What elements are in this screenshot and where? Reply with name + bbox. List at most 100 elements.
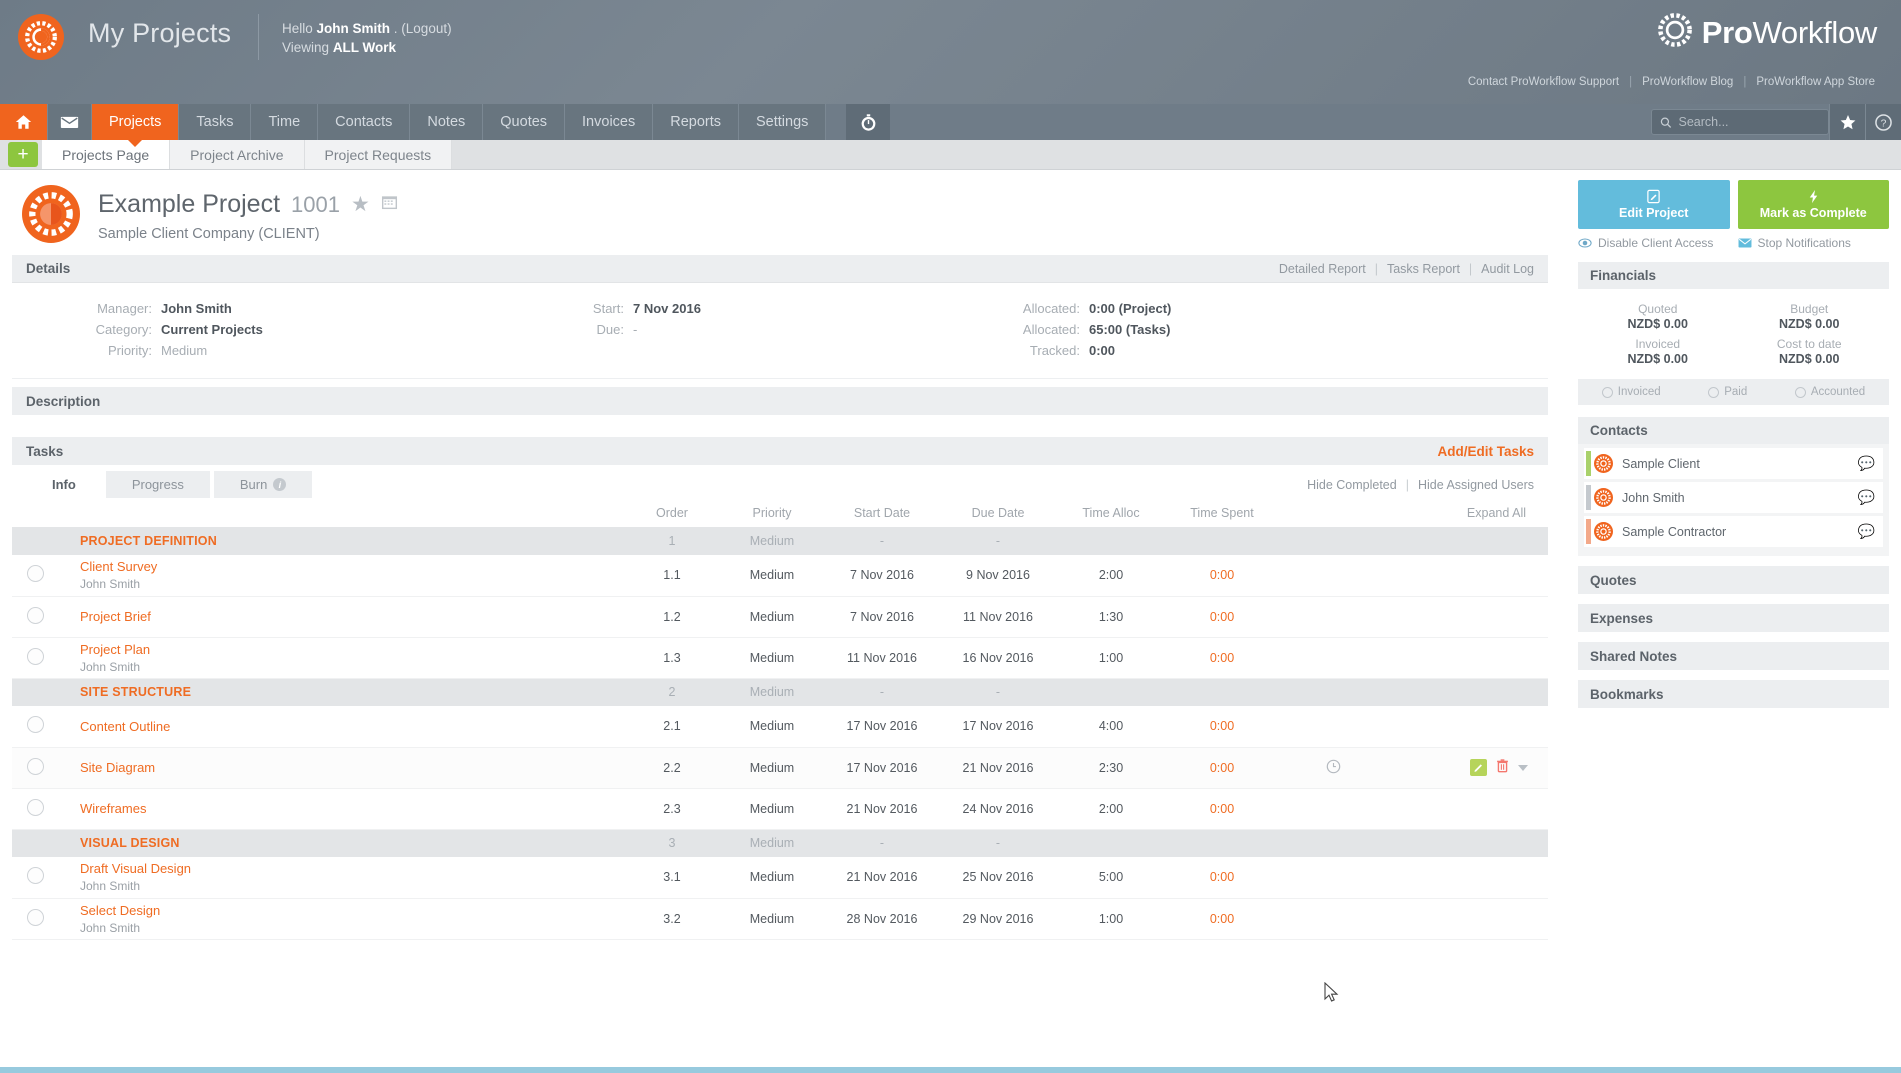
task-link[interactable]: Select Design: [80, 903, 624, 918]
task-group-row[interactable]: VISUAL DESIGN 3 Medium - -: [12, 829, 1548, 857]
subnav-tab-project-archive[interactable]: Project Archive: [170, 140, 305, 169]
col-time-alloc[interactable]: Time Alloc: [1056, 498, 1166, 527]
chevron-down-icon[interactable]: [1518, 764, 1528, 771]
nav-item-projects[interactable]: Projects: [92, 104, 180, 140]
radio-icon[interactable]: [1794, 386, 1806, 398]
task-link[interactable]: Draft Visual Design: [80, 861, 624, 876]
sidebar-section-shared-notes[interactable]: Shared Notes: [1578, 642, 1889, 670]
col-expand-all[interactable]: Expand All: [1388, 498, 1548, 527]
task-complete-toggle[interactable]: [26, 606, 44, 624]
chat-icon[interactable]: 💬: [1858, 489, 1875, 506]
nav-item-contacts[interactable]: Contacts: [318, 104, 411, 140]
search-container[interactable]: [1651, 109, 1829, 135]
table-row[interactable]: Select Design John Smith 3.2 Medium 28 No…: [12, 898, 1548, 940]
table-row[interactable]: Project Brief 1.2 Medium 7 Nov 2016 11 N…: [12, 596, 1548, 638]
task-group-row[interactable]: PROJECT DEFINITION 1 Medium - -: [12, 527, 1548, 555]
col-start-date[interactable]: Start Date: [824, 498, 940, 527]
add-edit-tasks-link[interactable]: Add/Edit Tasks: [1437, 444, 1534, 459]
favorites-button[interactable]: [1829, 104, 1865, 140]
nav-timer-button[interactable]: [846, 104, 891, 140]
table-row[interactable]: Project Plan John Smith 1.3 Medium 11 Nov…: [12, 637, 1548, 679]
add-project-button[interactable]: +: [8, 142, 38, 167]
tab-burn[interactable]: Burn i: [213, 471, 313, 498]
status-invoiced[interactable]: Invoiced: [1601, 386, 1661, 398]
link-blog[interactable]: ProWorkflow Blog: [1642, 76, 1733, 88]
stop-notifications-link[interactable]: Stop Notifications: [1738, 236, 1890, 250]
table-row[interactable]: Content Outline 2.1 Medium 17 Nov 2016 1…: [12, 706, 1548, 748]
nav-item-reports[interactable]: Reports: [653, 104, 740, 140]
link-detailed-report[interactable]: Detailed Report: [1279, 262, 1366, 276]
link-audit-log[interactable]: Audit Log: [1481, 262, 1534, 276]
task-complete-toggle[interactable]: [26, 908, 44, 926]
nav-mail-button[interactable]: [48, 104, 92, 140]
row-spent[interactable]: 0:00: [1166, 898, 1278, 940]
status-paid[interactable]: Paid: [1708, 386, 1747, 398]
tab-info[interactable]: Info: [26, 471, 102, 498]
row-spent[interactable]: 0:00: [1166, 747, 1278, 789]
row-spent[interactable]: 0:00: [1166, 788, 1278, 830]
radio-icon[interactable]: [1708, 386, 1720, 398]
col-order[interactable]: Order: [624, 498, 720, 527]
disable-client-access-link[interactable]: Disable Client Access: [1578, 236, 1730, 250]
row-spent[interactable]: 0:00: [1166, 637, 1278, 679]
table-row[interactable]: Draft Visual Design John Smith 3.1 Medium…: [12, 857, 1548, 899]
radio-icon[interactable]: [1601, 386, 1613, 398]
col-priority[interactable]: Priority: [720, 498, 824, 527]
task-link[interactable]: Client Survey: [80, 559, 624, 574]
table-row[interactable]: Site Diagram 2.2 Medium 17 Nov 2016 21 N…: [12, 747, 1548, 789]
delete-task-icon[interactable]: [1496, 758, 1509, 777]
list-item[interactable]: Sample Contractor 💬: [1584, 516, 1883, 547]
task-complete-toggle[interactable]: [26, 867, 44, 885]
mark-complete-button[interactable]: Mark as Complete: [1737, 180, 1889, 229]
subnav-tab-project-requests[interactable]: Project Requests: [304, 140, 453, 169]
link-app-store[interactable]: ProWorkflow App Store: [1756, 76, 1875, 88]
list-item[interactable]: Sample Client 💬: [1584, 448, 1883, 479]
task-complete-toggle[interactable]: [26, 647, 44, 665]
task-link[interactable]: Content Outline: [80, 719, 624, 734]
nav-item-notes[interactable]: Notes: [410, 104, 484, 140]
table-row[interactable]: Wireframes 2.3 Medium 21 Nov 2016 24 Nov…: [12, 788, 1548, 830]
link-hide-assigned-users[interactable]: Hide Assigned Users: [1418, 478, 1534, 492]
link-hide-completed[interactable]: Hide Completed: [1307, 478, 1397, 492]
nav-item-settings[interactable]: Settings: [739, 104, 827, 140]
search-input[interactable]: [1678, 115, 1820, 129]
col-time-spent[interactable]: Time Spent: [1166, 498, 1278, 527]
link-tasks-report[interactable]: Tasks Report: [1387, 262, 1460, 276]
edit-task-icon[interactable]: [1470, 759, 1487, 776]
status-accounted[interactable]: Accounted: [1794, 386, 1865, 398]
nav-item-tasks[interactable]: Tasks: [179, 104, 252, 140]
nav-item-quotes[interactable]: Quotes: [483, 104, 566, 140]
task-complete-toggle[interactable]: [26, 798, 44, 816]
row-spent[interactable]: 0:00: [1166, 857, 1278, 899]
nav-item-time[interactable]: Time: [251, 104, 319, 140]
task-complete-toggle[interactable]: [26, 565, 44, 583]
calendar-icon[interactable]: [381, 194, 398, 215]
table-row[interactable]: Client Survey John Smith 1.1 Medium 7 Nov…: [12, 555, 1548, 597]
col-due-date[interactable]: Due Date: [940, 498, 1056, 527]
sidebar-section-quotes[interactable]: Quotes: [1578, 566, 1889, 594]
chat-icon[interactable]: 💬: [1858, 523, 1875, 540]
row-spent[interactable]: 0:00: [1166, 706, 1278, 748]
info-icon[interactable]: i: [273, 478, 287, 491]
link-contact-support[interactable]: Contact ProWorkflow Support: [1468, 76, 1619, 88]
chat-icon[interactable]: 💬: [1858, 455, 1875, 472]
row-timer-cell[interactable]: [1278, 747, 1388, 789]
logout-link[interactable]: . (Logout): [394, 21, 452, 36]
favorite-star-icon[interactable]: ★: [351, 192, 370, 217]
tab-progress[interactable]: Progress: [105, 471, 210, 498]
task-link[interactable]: Site Diagram: [80, 760, 624, 775]
nav-home-button[interactable]: [0, 104, 48, 140]
sidebar-section-bookmarks[interactable]: Bookmarks: [1578, 680, 1889, 708]
row-spent[interactable]: 0:00: [1166, 555, 1278, 597]
list-item[interactable]: John Smith 💬: [1584, 482, 1883, 513]
task-link[interactable]: Project Brief: [80, 609, 624, 624]
task-link[interactable]: Wireframes: [80, 801, 624, 816]
subnav-tab-projects-page[interactable]: Projects Page: [42, 140, 171, 169]
task-complete-toggle[interactable]: [26, 757, 44, 775]
task-group-row[interactable]: SITE STRUCTURE 2 Medium - -: [12, 678, 1548, 706]
row-spent[interactable]: 0:00: [1166, 596, 1278, 638]
edit-project-button[interactable]: Edit Project: [1578, 180, 1730, 229]
task-complete-toggle[interactable]: [26, 716, 44, 734]
task-link[interactable]: Project Plan: [80, 642, 624, 657]
sidebar-section-expenses[interactable]: Expenses: [1578, 604, 1889, 632]
